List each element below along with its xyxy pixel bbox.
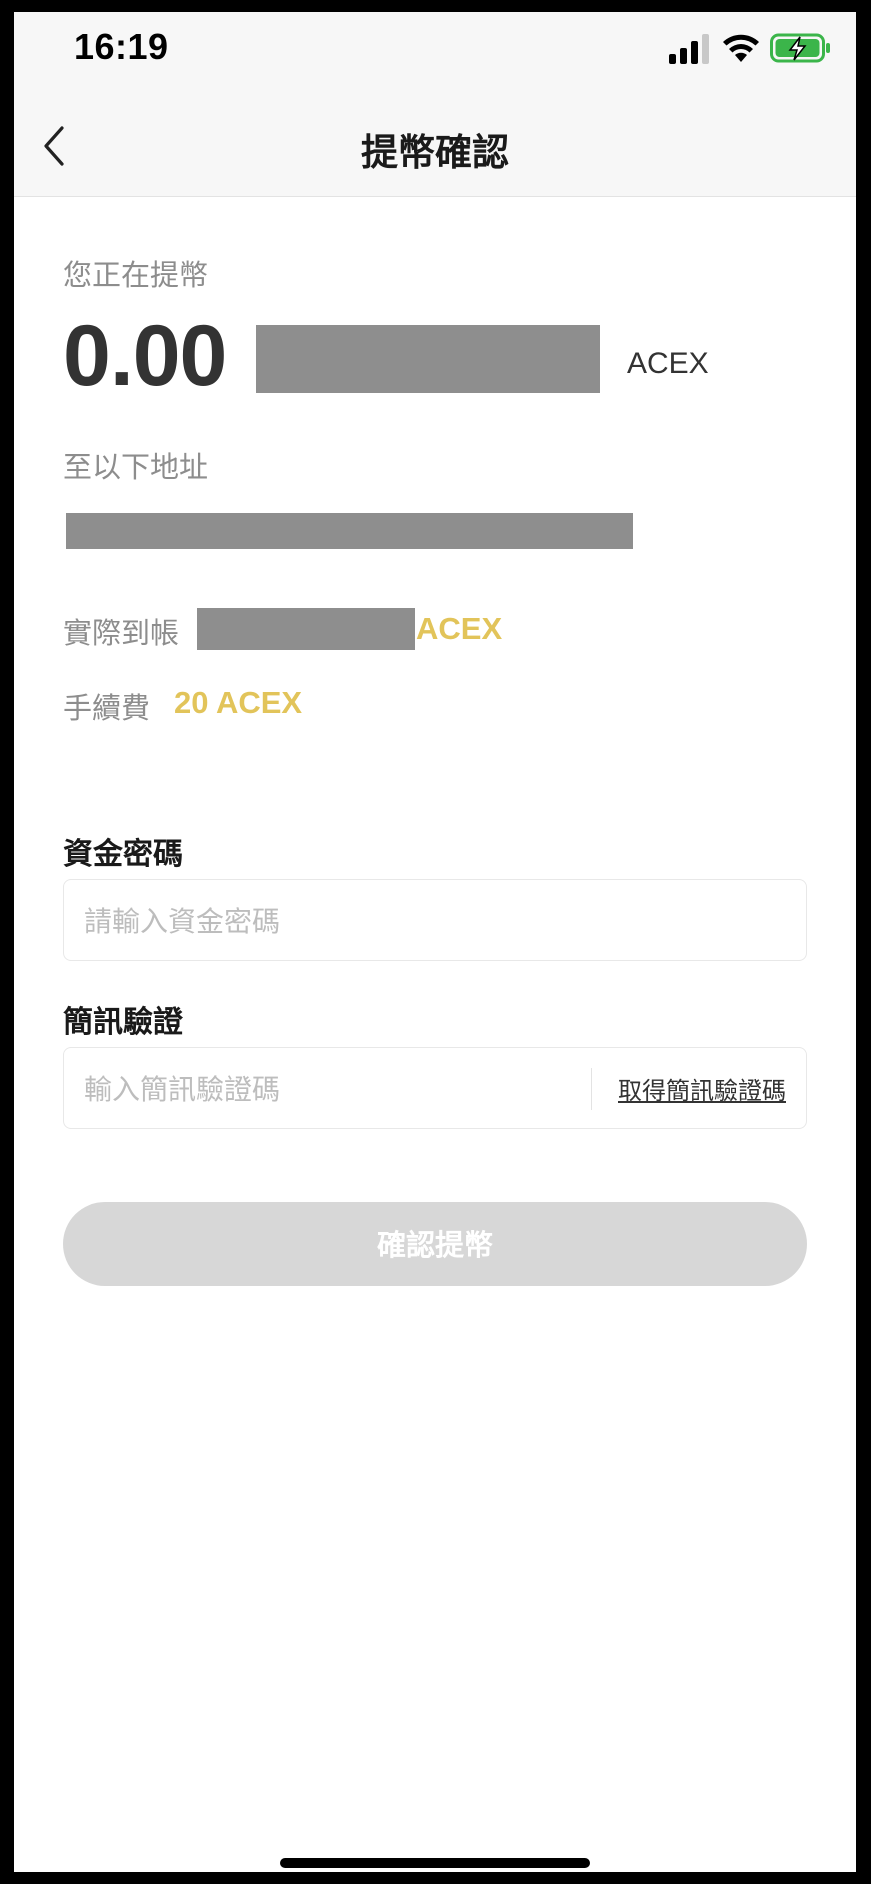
fee-label: 手續費	[63, 691, 151, 725]
get-sms-code-link[interactable]: 取得簡訊驗證碼	[618, 1071, 786, 1106]
sms-code-input[interactable]	[82, 1048, 576, 1130]
fund-password-field	[63, 879, 807, 962]
home-indicator	[280, 1858, 590, 1868]
received-label: 實際到帳	[63, 616, 180, 650]
fee-value: 20 ACEX	[174, 685, 303, 720]
fund-password-label: 資金密碼	[63, 837, 183, 872]
app-screen: 16:19 提幣確認 您正在提幣 0.00 ACEX 至以下地址 實際到帳 AC…	[14, 12, 856, 1872]
nav-bar: 提幣確認	[14, 96, 856, 197]
status-time: 16:19	[74, 26, 169, 67]
page-title: 提幣確認	[361, 131, 509, 174]
battery-charging-icon	[770, 33, 830, 63]
redacted-amount	[256, 325, 600, 393]
signal-icon	[669, 34, 709, 64]
confirm-withdraw-button[interactable]: 確認提幣	[63, 1202, 807, 1286]
wifi-icon	[723, 34, 759, 62]
status-bar: 16:19	[14, 12, 856, 96]
field-divider	[591, 1068, 592, 1110]
intro-label: 您正在提幣	[63, 258, 209, 292]
redacted-received-amount	[197, 608, 415, 650]
sms-label: 簡訊驗證	[63, 1005, 183, 1040]
fund-password-input[interactable]	[82, 880, 786, 962]
amount-unit: ACEX	[627, 347, 709, 380]
sms-field: 取得簡訊驗證碼	[63, 1047, 807, 1130]
address-label: 至以下地址	[63, 450, 209, 484]
redacted-address	[66, 513, 633, 549]
received-unit: ACEX	[416, 611, 503, 646]
withdraw-amount: 0.00	[63, 308, 227, 404]
